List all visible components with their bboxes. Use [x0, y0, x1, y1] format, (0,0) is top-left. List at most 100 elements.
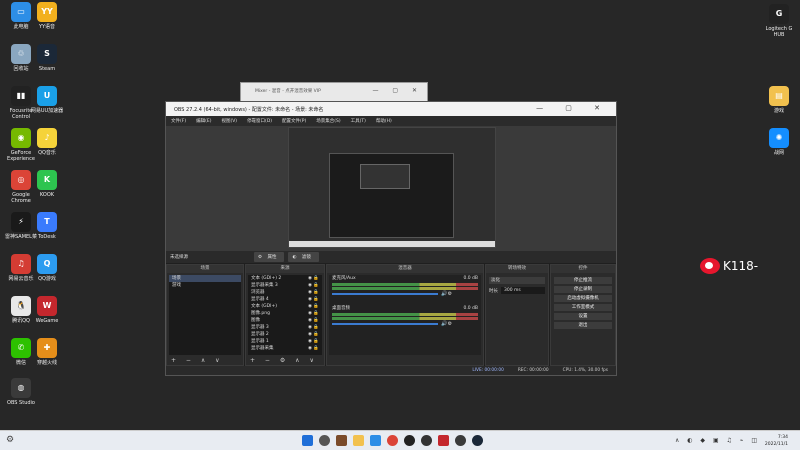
desktop-icon[interactable]: ◍ OBS Studio [4, 378, 38, 406]
chrome-icon[interactable] [387, 435, 398, 446]
desktop-icon[interactable]: ✚ 穿越火线 [30, 338, 64, 366]
desktop-icon[interactable]: K KOOK [30, 170, 64, 198]
app-icon: ◎ [11, 170, 31, 190]
scene-item-label: 游戏 [172, 283, 181, 288]
desktop-icon[interactable]: T ToDesk [30, 212, 64, 240]
source-item[interactable]: 显示器 1 ◉ 🔒 [248, 338, 322, 345]
sources-list[interactable]: 文本 (GDI+) 2 ◉ 🔒 显示器采集 3 ◉ 🔒 浏览器 ◉ 🔒 显示器 4 ◉ 🔒 文本… [248, 275, 322, 355]
app-icon: YY [37, 2, 57, 22]
obs-icon[interactable] [455, 435, 466, 446]
app-icon: ◉ [11, 128, 31, 148]
volume-slider[interactable] [332, 323, 439, 325]
app-icon: K [37, 170, 57, 190]
desktop-icon[interactable]: Q QQ游戏 [30, 254, 64, 282]
source-item[interactable]: 显示器 4 ◉ 🔒 [248, 296, 322, 303]
visibility-lock-icon[interactable]: ◉ 🔒 [308, 303, 319, 310]
desktop-icon[interactable]: YY YY语音 [30, 2, 64, 30]
source-item[interactable]: 显示器 2 ◉ 🔒 [248, 331, 322, 338]
visibility-lock-icon[interactable]: ◉ 🔒 [308, 324, 319, 331]
scene-item[interactable]: 游戏 [169, 282, 241, 289]
volume-slider[interactable] [332, 293, 439, 295]
controls-dock: 控件 停止推流 停止录制 启动虚拟摄像机 工作室模式 设置 退出 [550, 264, 616, 366]
file-explorer-icon[interactable] [353, 435, 364, 446]
source-item[interactable]: 显示器 3 ◉ 🔒 [248, 324, 322, 331]
control-button[interactable]: 设置 [554, 313, 612, 320]
visibility-lock-icon[interactable]: ◉ 🔒 [308, 282, 319, 289]
source-item[interactable]: 文本 (GDI+) 2 ◉ 🔒 [248, 275, 322, 282]
window-controls[interactable]: — ▢ ✕ [372, 87, 423, 94]
visibility-lock-icon[interactable]: ◉ 🔒 [308, 331, 319, 338]
control-button[interactable]: 工作室模式 [554, 304, 612, 311]
source-item[interactable]: 显示器采集 ◉ 🔒 [248, 345, 322, 352]
desktop-icon-label: QQ音乐 [38, 150, 56, 156]
menu-item[interactable]: 文件(F) [171, 118, 186, 124]
desktop-icon[interactable]: ✺ 战网 [762, 128, 796, 156]
source-item[interactable]: 浏览器 ◉ 🔒 [248, 289, 322, 296]
qq-icon[interactable] [404, 435, 415, 446]
properties-button[interactable]: ⚙ 属性 [254, 252, 285, 262]
desktop-icon[interactable]: W WeGame [30, 296, 64, 324]
desktop-icon[interactable]: ♪ QQ音乐 [30, 128, 64, 156]
desktop-icon-label: ToDesk [38, 234, 56, 240]
transition-select[interactable]: 淡化 [489, 277, 545, 284]
control-button[interactable]: 停止推流 [554, 277, 612, 284]
qq-icon[interactable] [421, 435, 432, 446]
control-button[interactable]: 退出 [554, 322, 612, 329]
scene-item[interactable]: 场景 [169, 275, 241, 282]
source-item[interactable]: 图像 ◉ 🔒 [248, 317, 322, 324]
menu-item[interactable]: 帮助(H) [376, 118, 392, 124]
menu-item[interactable]: 配置文件(P) [282, 118, 306, 124]
volume-meter [332, 313, 478, 316]
preview-canvas[interactable] [288, 127, 496, 248]
desktop-icon[interactable]: S Steam [30, 44, 64, 72]
visibility-lock-icon[interactable]: ◉ 🔒 [308, 289, 319, 296]
app-icon: W [37, 296, 57, 316]
desktop-icon[interactable]: G Logitech G HUB [762, 4, 796, 38]
steam-icon[interactable] [472, 435, 483, 446]
desktop-icon[interactable]: U 网易UU加速器 [30, 86, 64, 114]
obs-window[interactable]: OBS 27.2.4 (64-bit, windows) - 配置文件: 未命名… [165, 101, 617, 376]
wegame-icon[interactable] [438, 435, 449, 446]
status-bar: LIVE: 00:00:00 REC: 00:00:00 CPU: 1.4%, … [166, 366, 616, 375]
source-item[interactable]: 文本 (GDI+) ◉ 🔒 [248, 303, 322, 310]
menu-item[interactable]: 编辑(E) [196, 118, 211, 124]
scenes-dock-title: 场景 [167, 265, 243, 273]
visibility-lock-icon[interactable]: ◉ 🔒 [308, 345, 319, 352]
control-button[interactable]: 启动虚拟摄像机 [554, 295, 612, 302]
app-icon: 🐧 [11, 296, 31, 316]
desktop-icon[interactable]: ▤ 游戏 [762, 86, 796, 114]
source-item[interactable]: 显示器采集 3 ◉ 🔒 [248, 282, 322, 289]
menu-item[interactable]: 停靠窗口(D) [247, 118, 272, 124]
sources-toolbar[interactable]: + − ⚙ ∧ ∨ [250, 357, 318, 364]
visibility-lock-icon[interactable]: ◉ 🔒 [308, 310, 319, 317]
duration-input[interactable]: 300 ms [501, 287, 545, 294]
visibility-lock-icon[interactable]: ◉ 🔒 [308, 275, 319, 282]
menu-item[interactable]: 工具(T) [351, 118, 366, 124]
search-icon[interactable] [319, 435, 330, 446]
windows-start-icon[interactable] [302, 435, 313, 446]
menu-item[interactable]: 场景集合(S) [316, 118, 340, 124]
source-item[interactable]: 图像.png ◉ 🔒 [248, 310, 322, 317]
mixer-window[interactable]: Mixer - 混音 - 点开混音效果 VIP — ▢ ✕ [240, 82, 428, 102]
visibility-lock-icon[interactable]: ◉ 🔒 [308, 338, 319, 345]
obs-titlebar: OBS 27.2.4 (64-bit, windows) - 配置文件: 未命名… [166, 102, 616, 116]
clock[interactable]: 7:34 2022/11/1 [765, 434, 788, 448]
app-icon: ♲ [11, 44, 31, 64]
speaker-gear-icon[interactable]: 🔊⚙ [441, 321, 452, 327]
scenes-toolbar[interactable]: + − ∧ ∨ [171, 357, 224, 364]
duration-label: 时长 [489, 288, 498, 294]
filters-button[interactable]: ◐ 滤镜 [288, 252, 319, 262]
settings-gear-icon[interactable]: ⚙ [6, 435, 14, 445]
menu-item[interactable]: 视图(V) [221, 118, 237, 124]
control-button[interactable]: 停止录制 [554, 286, 612, 293]
scenes-list[interactable]: 场景 游戏 [169, 275, 241, 355]
visibility-lock-icon[interactable]: ◉ 🔒 [308, 317, 319, 324]
app-icon[interactable] [336, 435, 347, 446]
visibility-lock-icon[interactable]: ◉ 🔒 [308, 296, 319, 303]
app-icon[interactable] [370, 435, 381, 446]
source-item-label: 浏览器 [251, 290, 265, 295]
window-controls[interactable]: — ▢ ✕ [536, 104, 610, 112]
speaker-gear-icon[interactable]: 🔊⚙ [441, 291, 452, 297]
volume-meter [332, 283, 478, 286]
system-tray[interactable]: ∧ ◐ ◆ ▣ ♫ ⌁ ◫ [675, 437, 760, 444]
